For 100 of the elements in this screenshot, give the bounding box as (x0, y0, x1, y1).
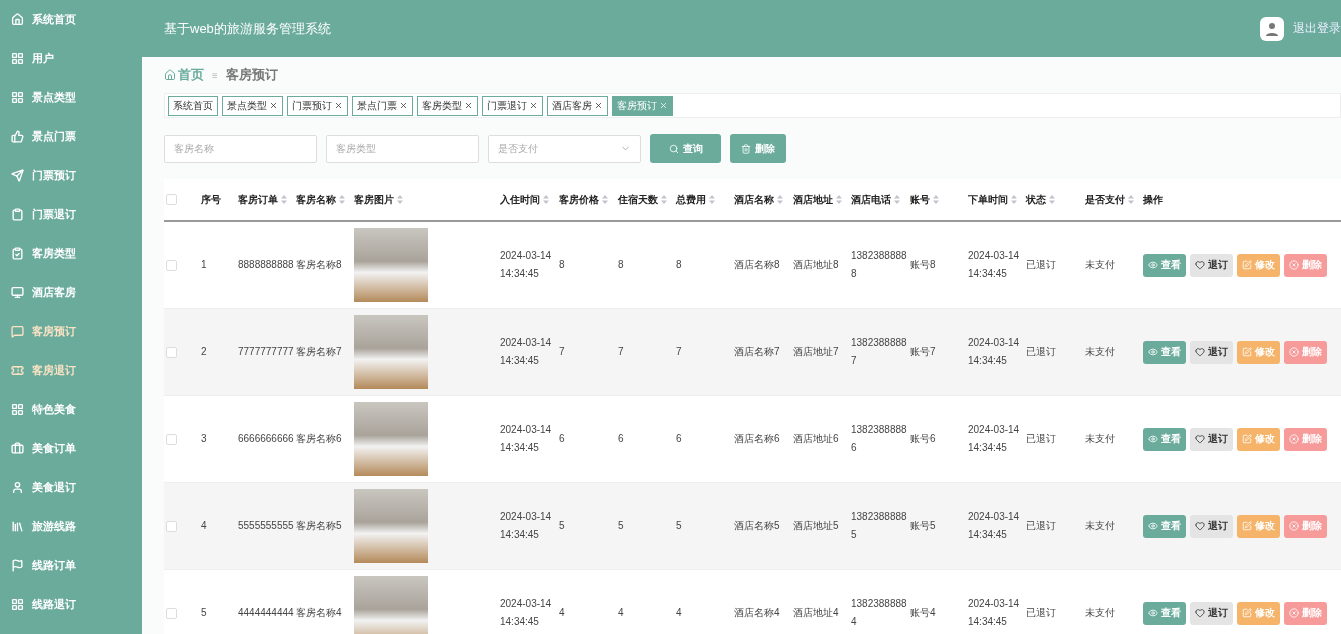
close-icon[interactable] (594, 101, 603, 110)
sort-icon[interactable] (836, 195, 842, 204)
tab[interactable]: 门票退订 (482, 95, 543, 116)
checkbox[interactable] (166, 520, 177, 532)
column-header[interactable]: 住宿天数 (618, 192, 676, 207)
checkbox[interactable] (166, 194, 177, 205)
view-button[interactable]: 查看 (1143, 427, 1186, 451)
cancel-button[interactable]: 退订 (1190, 427, 1233, 451)
edit-button[interactable]: 修改 (1237, 514, 1280, 538)
sidebar-item[interactable]: 线路退订 (0, 585, 142, 624)
column-header[interactable]: 总费用 (676, 192, 734, 207)
tab[interactable]: 门票预订 (287, 95, 348, 116)
sort-icon[interactable] (1049, 195, 1055, 204)
delete-button[interactable]: 删除 (1284, 514, 1327, 538)
table-cell-text: 6 (676, 432, 683, 446)
cancel-button[interactable]: 退订 (1190, 601, 1233, 625)
column-header[interactable]: 客房订单 (238, 192, 296, 207)
view-button[interactable]: 查看 (1143, 514, 1186, 538)
sidebar-item[interactable]: 美食订单 (0, 429, 142, 468)
sort-icon[interactable] (709, 195, 715, 204)
input-field[interactable]: 客房类型 (326, 134, 479, 163)
sort-icon[interactable] (397, 195, 403, 204)
column-header[interactable]: 客房图片 (354, 192, 500, 207)
close-icon[interactable] (464, 101, 473, 110)
column-header[interactable]: 序号 (201, 192, 238, 207)
sort-icon[interactable] (281, 195, 287, 204)
search-button[interactable]: 查询 (650, 134, 721, 163)
cancel-button[interactable]: 退订 (1190, 340, 1233, 364)
column-header[interactable]: 账号 (910, 192, 968, 207)
sidebar-item[interactable]: 门票预订 (0, 156, 142, 195)
delete-button[interactable]: 删除 (1284, 253, 1327, 277)
delete-button[interactable]: 删除 (1284, 340, 1327, 364)
sidebar-item[interactable]: 门票退订 (0, 195, 142, 234)
sidebar-item[interactable]: 客房类型 (0, 234, 142, 273)
view-button[interactable]: 查看 (1143, 601, 1186, 625)
column-header[interactable]: 下单时间 (968, 192, 1026, 207)
tab[interactable]: 客房预订 (612, 95, 673, 116)
sort-icon[interactable] (602, 195, 608, 204)
column-header[interactable]: 入住时间 (500, 192, 559, 207)
edit-button[interactable]: 修改 (1237, 427, 1280, 451)
column-header[interactable]: 客房名称 (296, 192, 354, 207)
briefcase-icon (11, 442, 24, 455)
sort-icon[interactable] (661, 195, 667, 204)
sidebar-item[interactable]: 美食退订 (0, 468, 142, 507)
sidebar-item[interactable]: 线路订单 (0, 546, 142, 585)
column-header[interactable]: 操作 (1143, 192, 1341, 207)
grid-icon (11, 91, 24, 104)
delete-button[interactable]: 删除 (1284, 601, 1327, 625)
sidebar-item[interactable]: 特色美食 (0, 390, 142, 429)
sidebar-item[interactable]: 系统首页 (0, 0, 142, 39)
tab[interactable]: 客房类型 (417, 95, 478, 116)
tab[interactable]: 景点门票 (352, 95, 413, 116)
checkbox[interactable] (166, 433, 177, 445)
checkbox[interactable] (166, 607, 177, 619)
sidebar-item[interactable]: 旅游线路 (0, 507, 142, 546)
logout-link[interactable]: 退出登录 (1293, 20, 1341, 37)
delete-button[interactable]: 删除 (1284, 427, 1327, 451)
sort-icon[interactable] (1128, 195, 1134, 204)
sidebar-item[interactable]: 客房退订 (0, 351, 142, 390)
sort-icon[interactable] (339, 195, 345, 204)
checkbox[interactable] (166, 346, 177, 358)
sort-icon[interactable] (777, 195, 783, 204)
cancel-button[interactable]: 退订 (1190, 514, 1233, 538)
table-cell-text: 5 (618, 519, 625, 533)
column-header[interactable]: 是否支付 (1085, 192, 1143, 207)
delete-button[interactable]: 删除 (730, 134, 786, 163)
checkbox[interactable] (166, 259, 177, 271)
input-field[interactable]: 客房名称 (164, 134, 317, 163)
tab[interactable]: 酒店客房 (547, 95, 608, 116)
close-icon[interactable] (529, 101, 538, 110)
breadcrumb-home-link[interactable]: 首页 (164, 66, 204, 84)
sidebar-item[interactable]: 用户 (0, 39, 142, 78)
view-button[interactable]: 查看 (1143, 253, 1186, 277)
sort-icon[interactable] (894, 195, 900, 204)
close-icon[interactable] (334, 101, 343, 110)
column-header[interactable]: 酒店电话 (851, 192, 910, 207)
column-header[interactable]: 状态 (1026, 192, 1085, 207)
sort-icon[interactable] (543, 195, 549, 204)
table-cell-text: 酒店地址8 (793, 258, 840, 272)
view-button[interactable]: 查看 (1143, 340, 1186, 364)
sidebar-item[interactable]: 景点类型 (0, 78, 142, 117)
close-icon[interactable] (269, 101, 278, 110)
tab[interactable]: 景点类型 (222, 95, 283, 116)
column-header[interactable]: 客房价格 (559, 192, 618, 207)
clipboard-check-icon (11, 247, 24, 260)
edit-button[interactable]: 修改 (1237, 340, 1280, 364)
sort-icon[interactable] (1011, 195, 1017, 204)
sidebar-item[interactable]: 客房预订 (0, 312, 142, 351)
close-icon[interactable] (399, 101, 408, 110)
tab[interactable]: 系统首页 (168, 95, 218, 116)
select-field[interactable]: 是否支付 (488, 134, 641, 163)
edit-button[interactable]: 修改 (1237, 601, 1280, 625)
edit-button[interactable]: 修改 (1237, 253, 1280, 277)
column-header[interactable]: 酒店地址 (793, 192, 851, 207)
cancel-button[interactable]: 退订 (1190, 253, 1233, 277)
sort-icon[interactable] (933, 195, 939, 204)
edit-icon (1242, 434, 1252, 444)
sidebar-item[interactable]: 景点门票 (0, 117, 142, 156)
column-header[interactable]: 酒店名称 (734, 192, 793, 207)
sidebar-item[interactable]: 酒店客房 (0, 273, 142, 312)
